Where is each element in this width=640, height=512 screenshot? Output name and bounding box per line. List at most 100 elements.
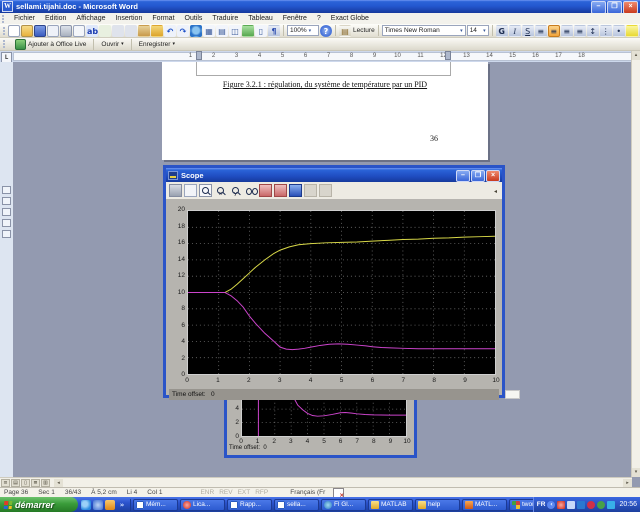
print-view-button[interactable]: ▯: [21, 479, 30, 487]
floating-scope-icon[interactable]: [289, 184, 302, 197]
table-icon[interactable]: ▦: [203, 25, 215, 37]
network-icon[interactable]: [577, 501, 585, 509]
align-left-button[interactable]: ≡: [535, 25, 547, 37]
avira-tray-icon[interactable]: [557, 501, 565, 509]
close-button[interactable]: ×: [486, 170, 500, 182]
menu-item[interactable]: Edition: [40, 15, 71, 22]
taskbar-button[interactable]: Lica...: [180, 499, 225, 511]
start-button[interactable]: démarrer: [0, 497, 78, 512]
bold-button[interactable]: G: [496, 25, 508, 37]
taskbar-button[interactable]: Fl Gl...: [321, 499, 366, 511]
taskbar-button[interactable]: MATLAB: [368, 499, 413, 511]
menu-item[interactable]: Fenêtre: [278, 15, 312, 22]
app-launcher-icon[interactable]: [105, 500, 115, 510]
scope-print-icon[interactable]: [169, 184, 182, 197]
office-live-save-button[interactable]: Enregistrer ▾: [136, 39, 178, 50]
office-live-add-button[interactable]: Ajouter à Office Live: [12, 39, 89, 50]
menu-item[interactable]: ?: [312, 15, 326, 22]
toolbar-overflow-icon[interactable]: ◂: [494, 188, 497, 195]
spelling-icon[interactable]: ab: [86, 25, 98, 37]
document-map-icon[interactable]: ▯: [255, 25, 267, 37]
mail-icon[interactable]: [47, 25, 59, 37]
scroll-up-icon[interactable]: ▴: [632, 51, 640, 60]
lecture-button[interactable]: ▤ Lecture: [339, 25, 375, 37]
word-title-bar[interactable]: W sellami.tijahi.doc - Microsoft Word – …: [0, 0, 640, 13]
right-indent-marker[interactable]: [445, 51, 451, 60]
volume-icon[interactable]: [567, 501, 575, 509]
taskbar-button[interactable]: help: [415, 499, 460, 511]
scope-window-background[interactable]: 024012345678910 Time offset: 0: [224, 398, 417, 458]
web-view-button[interactable]: ▤: [11, 479, 20, 487]
undo-icon[interactable]: ↶: [164, 25, 176, 37]
left-indent-marker[interactable]: [196, 51, 202, 60]
tray-chevron-icon[interactable]: ‹: [547, 501, 555, 509]
language-indicator[interactable]: FR: [537, 497, 546, 512]
help-icon[interactable]: ?: [320, 25, 332, 37]
taskbar-button[interactable]: sella...: [274, 499, 319, 511]
zoom-y-icon[interactable]: y: [229, 184, 242, 197]
format-painter-icon[interactable]: [151, 25, 163, 37]
menu-item[interactable]: Format: [147, 15, 179, 22]
menu-item[interactable]: Exact Globe: [326, 15, 374, 22]
taskbar-button[interactable]: MATL...: [462, 499, 507, 511]
zoom-icon[interactable]: [199, 184, 212, 197]
vertical-scrollbar[interactable]: ▴ ▾: [631, 51, 640, 477]
line-spacing-button[interactable]: ↕: [587, 25, 599, 37]
menu-item[interactable]: Tableau: [243, 15, 278, 22]
menu-item[interactable]: Insertion: [110, 15, 147, 22]
research-icon[interactable]: [99, 25, 111, 37]
new-document-icon[interactable]: [8, 25, 20, 37]
hyperlink-icon[interactable]: [190, 25, 202, 37]
reading-view-button[interactable]: ▥: [41, 479, 50, 487]
show-paragraph-icon[interactable]: ¶: [268, 25, 280, 37]
menu-item[interactable]: Fichier: [9, 15, 40, 22]
columns-icon[interactable]: ◫: [229, 25, 241, 37]
scroll-down-icon[interactable]: ▾: [632, 468, 640, 477]
autoscale-icon[interactable]: [244, 184, 257, 197]
open-icon[interactable]: [21, 25, 33, 37]
update-icon[interactable]: [597, 501, 605, 509]
font-select[interactable]: Times New Roman▾: [382, 25, 466, 36]
outline-view-button[interactable]: ≣: [31, 479, 40, 487]
signal-selection-icon[interactable]: [319, 184, 332, 197]
paste-icon[interactable]: [138, 25, 150, 37]
zoom-select[interactable]: 100%▾: [287, 25, 319, 36]
save-axes-icon[interactable]: [259, 184, 272, 197]
drawing-icon[interactable]: [242, 25, 254, 37]
print-icon[interactable]: [60, 25, 72, 37]
numbering-button[interactable]: ⋮: [600, 25, 612, 37]
align-justify-button[interactable]: ≡: [574, 25, 586, 37]
redo-icon[interactable]: ↷: [177, 25, 189, 37]
print-preview-icon[interactable]: [73, 25, 85, 37]
security-icon[interactable]: [587, 501, 595, 509]
normal-view-button[interactable]: ≡: [1, 479, 10, 487]
lock-axes-icon[interactable]: [304, 184, 317, 197]
excel-icon[interactable]: ▤: [216, 25, 228, 37]
document-page[interactable]: Figure 3.2.1 : régulation, du système de…: [162, 62, 488, 160]
taskbar-button[interactable]: Mém...: [133, 499, 178, 511]
highlight-button[interactable]: [626, 25, 638, 37]
scope-parameters-icon[interactable]: [184, 184, 197, 197]
overflow-chevron-icon[interactable]: »: [117, 500, 127, 510]
align-center-button[interactable]: ≡: [548, 25, 560, 37]
menu-item[interactable]: Outils: [180, 15, 208, 22]
scope-window[interactable]: Scope – ❐ × xy ◂ 02468101214161820012345…: [163, 165, 505, 398]
bullets-button[interactable]: •: [613, 25, 625, 37]
menu-item[interactable]: Traduire: [207, 15, 243, 22]
italic-button[interactable]: I: [509, 25, 521, 37]
minimize-button[interactable]: –: [456, 170, 470, 182]
menu-item[interactable]: Affichage: [71, 15, 110, 22]
align-right-button[interactable]: ≡: [561, 25, 573, 37]
copy-icon[interactable]: [125, 25, 137, 37]
ie-icon[interactable]: [81, 500, 91, 510]
save-icon[interactable]: [34, 25, 46, 37]
underline-button[interactable]: S: [522, 25, 534, 37]
maximize-button[interactable]: ❐: [471, 170, 485, 182]
taskbar-button[interactable]: Rapp...: [227, 499, 272, 511]
font-size-select[interactable]: 14▾: [467, 25, 489, 36]
office-live-open-button[interactable]: Ouvrir ▾: [98, 39, 126, 50]
messenger-icon[interactable]: [607, 501, 615, 509]
scope-title-bar[interactable]: Scope – ❐ ×: [166, 168, 502, 182]
ruler[interactable]: L 123456789101112131415161718: [0, 51, 640, 62]
internet-icon[interactable]: [93, 500, 103, 510]
